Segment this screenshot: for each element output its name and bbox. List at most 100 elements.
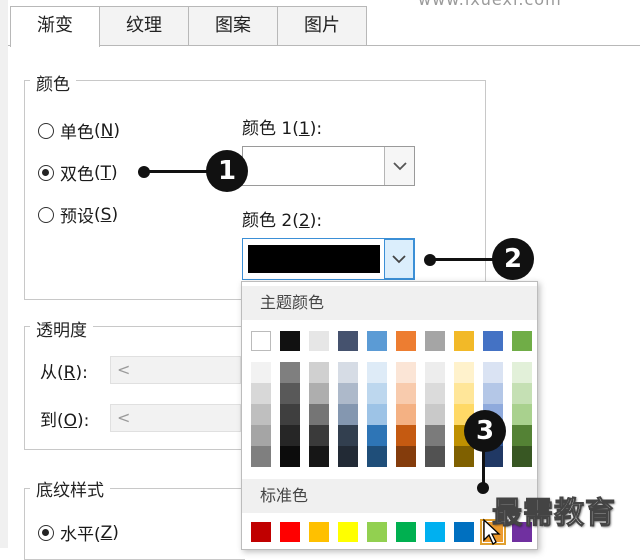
theme-color-swatch[interactable] — [454, 331, 474, 351]
theme-shade-swatch[interactable] — [367, 362, 387, 383]
theme-shade-swatch[interactable] — [512, 425, 532, 446]
theme-shade-swatch[interactable] — [280, 425, 300, 446]
theme-shade-swatch[interactable] — [280, 446, 300, 467]
color1-dropdown-button[interactable] — [384, 147, 414, 185]
radio-circle[interactable] — [38, 206, 54, 223]
theme-shade-swatch[interactable] — [425, 404, 445, 425]
theme-shade-swatch[interactable] — [454, 446, 474, 467]
color2-dropdown-button[interactable] — [384, 239, 414, 279]
callout-1-badge: 1 — [206, 150, 248, 192]
theme-shade-swatch[interactable] — [309, 425, 329, 446]
theme-shade-swatch[interactable] — [338, 425, 358, 446]
radio-one-color[interactable]: 单色(N) — [38, 118, 120, 143]
theme-shade-swatch[interactable] — [251, 425, 271, 446]
to-slider[interactable]: < — [110, 404, 241, 432]
tab-texture[interactable]: 纹理 — [99, 6, 189, 45]
theme-shade-swatch[interactable] — [367, 404, 387, 425]
theme-shade-swatch[interactable] — [280, 404, 300, 425]
color1-label: 颜色 1(1): — [242, 119, 323, 139]
theme-color-swatch[interactable] — [425, 331, 445, 351]
theme-color-swatch[interactable] — [251, 331, 271, 351]
transparency-group-title: 透明度 — [30, 316, 93, 341]
theme-shade-swatch[interactable] — [251, 446, 271, 467]
theme-color-swatch[interactable] — [367, 331, 387, 351]
theme-shade-swatch[interactable] — [396, 404, 416, 425]
theme-shade-swatch[interactable] — [280, 362, 300, 383]
callout-2-badge: 2 — [492, 238, 534, 280]
theme-shade-swatch[interactable] — [338, 383, 358, 404]
theme-shade-swatch[interactable] — [454, 383, 474, 404]
theme-shade-swatch[interactable] — [338, 446, 358, 467]
color2-swatch — [248, 245, 380, 273]
tab-pattern[interactable]: 图案 — [188, 6, 278, 45]
theme-shade-swatch[interactable] — [309, 383, 329, 404]
theme-shade-swatch[interactable] — [251, 362, 271, 383]
standard-color-swatch[interactable] — [367, 522, 387, 542]
radio-label: 预设 — [60, 207, 94, 227]
theme-shade-swatch[interactable] — [425, 362, 445, 383]
standard-color-swatch[interactable] — [280, 522, 300, 542]
fill-effects-dialog: www.ixuexi.com 渐变 纹理 图案 图片 颜色 单色(N) 双色(T… — [0, 0, 642, 560]
theme-shade-swatch[interactable] — [454, 362, 474, 383]
standard-color-swatch[interactable] — [396, 522, 416, 542]
radio-circle[interactable] — [38, 122, 54, 139]
radio-horizontal[interactable]: 水平(Z) — [38, 520, 119, 545]
standard-color-swatch[interactable] — [454, 522, 474, 542]
standard-color-swatch[interactable] — [425, 522, 445, 542]
theme-shade-swatch[interactable] — [483, 383, 503, 404]
radio-two-colors[interactable]: 双色(T) — [38, 160, 118, 185]
theme-color-swatch[interactable] — [280, 331, 300, 351]
theme-shade-swatch[interactable] — [512, 404, 532, 425]
chevron-down-icon — [392, 162, 407, 171]
theme-color-swatch[interactable] — [483, 331, 503, 351]
theme-shade-swatch[interactable] — [425, 446, 445, 467]
theme-shade-swatch[interactable] — [425, 383, 445, 404]
theme-shade-swatch[interactable] — [338, 362, 358, 383]
standard-color-swatch[interactable] — [251, 522, 271, 542]
theme-shade-swatch[interactable] — [309, 404, 329, 425]
radio-preset[interactable]: 预设(S) — [38, 202, 118, 227]
theme-shade-swatch[interactable] — [396, 425, 416, 446]
theme-shade-swatch[interactable] — [512, 446, 532, 467]
theme-color-swatch[interactable] — [338, 331, 358, 351]
theme-shade-swatch[interactable] — [367, 383, 387, 404]
theme-shade-swatch[interactable] — [280, 383, 300, 404]
theme-color-swatch[interactable] — [512, 331, 532, 351]
callout-3-dot — [477, 482, 489, 494]
theme-shade-swatch[interactable] — [483, 362, 503, 383]
theme-shade-swatch[interactable] — [309, 446, 329, 467]
theme-shade-swatch[interactable] — [367, 425, 387, 446]
to-label: 到(O): — [40, 411, 90, 431]
radio-label: 单色 — [60, 123, 94, 143]
color1-combo[interactable] — [242, 146, 415, 186]
theme-shade-swatch[interactable] — [425, 425, 445, 446]
theme-shade-swatch[interactable] — [309, 362, 329, 383]
color2-label: 颜色 2(2): — [242, 211, 323, 231]
standard-color-swatch[interactable] — [309, 522, 329, 542]
theme-shade-swatch[interactable] — [512, 383, 532, 404]
callout-1-line — [144, 170, 212, 173]
standard-color-swatch[interactable] — [338, 522, 358, 542]
radio-circle-checked[interactable] — [38, 164, 54, 181]
tab-picture[interactable]: 图片 — [277, 6, 367, 45]
theme-shade-swatch[interactable] — [396, 446, 416, 467]
theme-shade-swatch[interactable] — [251, 404, 271, 425]
theme-shade-swatch[interactable] — [396, 362, 416, 383]
shading-styles-title: 底纹样式 — [30, 476, 110, 501]
theme-shade-swatch[interactable] — [396, 383, 416, 404]
theme-colors-header: 主题颜色 — [242, 286, 537, 320]
theme-color-swatch[interactable] — [396, 331, 416, 351]
theme-shade-swatch[interactable] — [512, 362, 532, 383]
radio-circle-checked[interactable] — [38, 524, 54, 541]
callout-3-badge: 3 — [464, 410, 506, 452]
chevron-down-icon — [392, 255, 406, 264]
color-group-title: 颜色 — [30, 70, 76, 95]
color2-combo[interactable] — [242, 238, 415, 280]
callout-2-line — [430, 258, 496, 261]
theme-color-swatch[interactable] — [309, 331, 329, 351]
theme-shade-swatch[interactable] — [338, 404, 358, 425]
tab-gradient[interactable]: 渐变 — [10, 6, 100, 47]
from-slider[interactable]: < — [110, 356, 241, 384]
theme-shade-swatch[interactable] — [367, 446, 387, 467]
theme-shade-swatch[interactable] — [251, 383, 271, 404]
